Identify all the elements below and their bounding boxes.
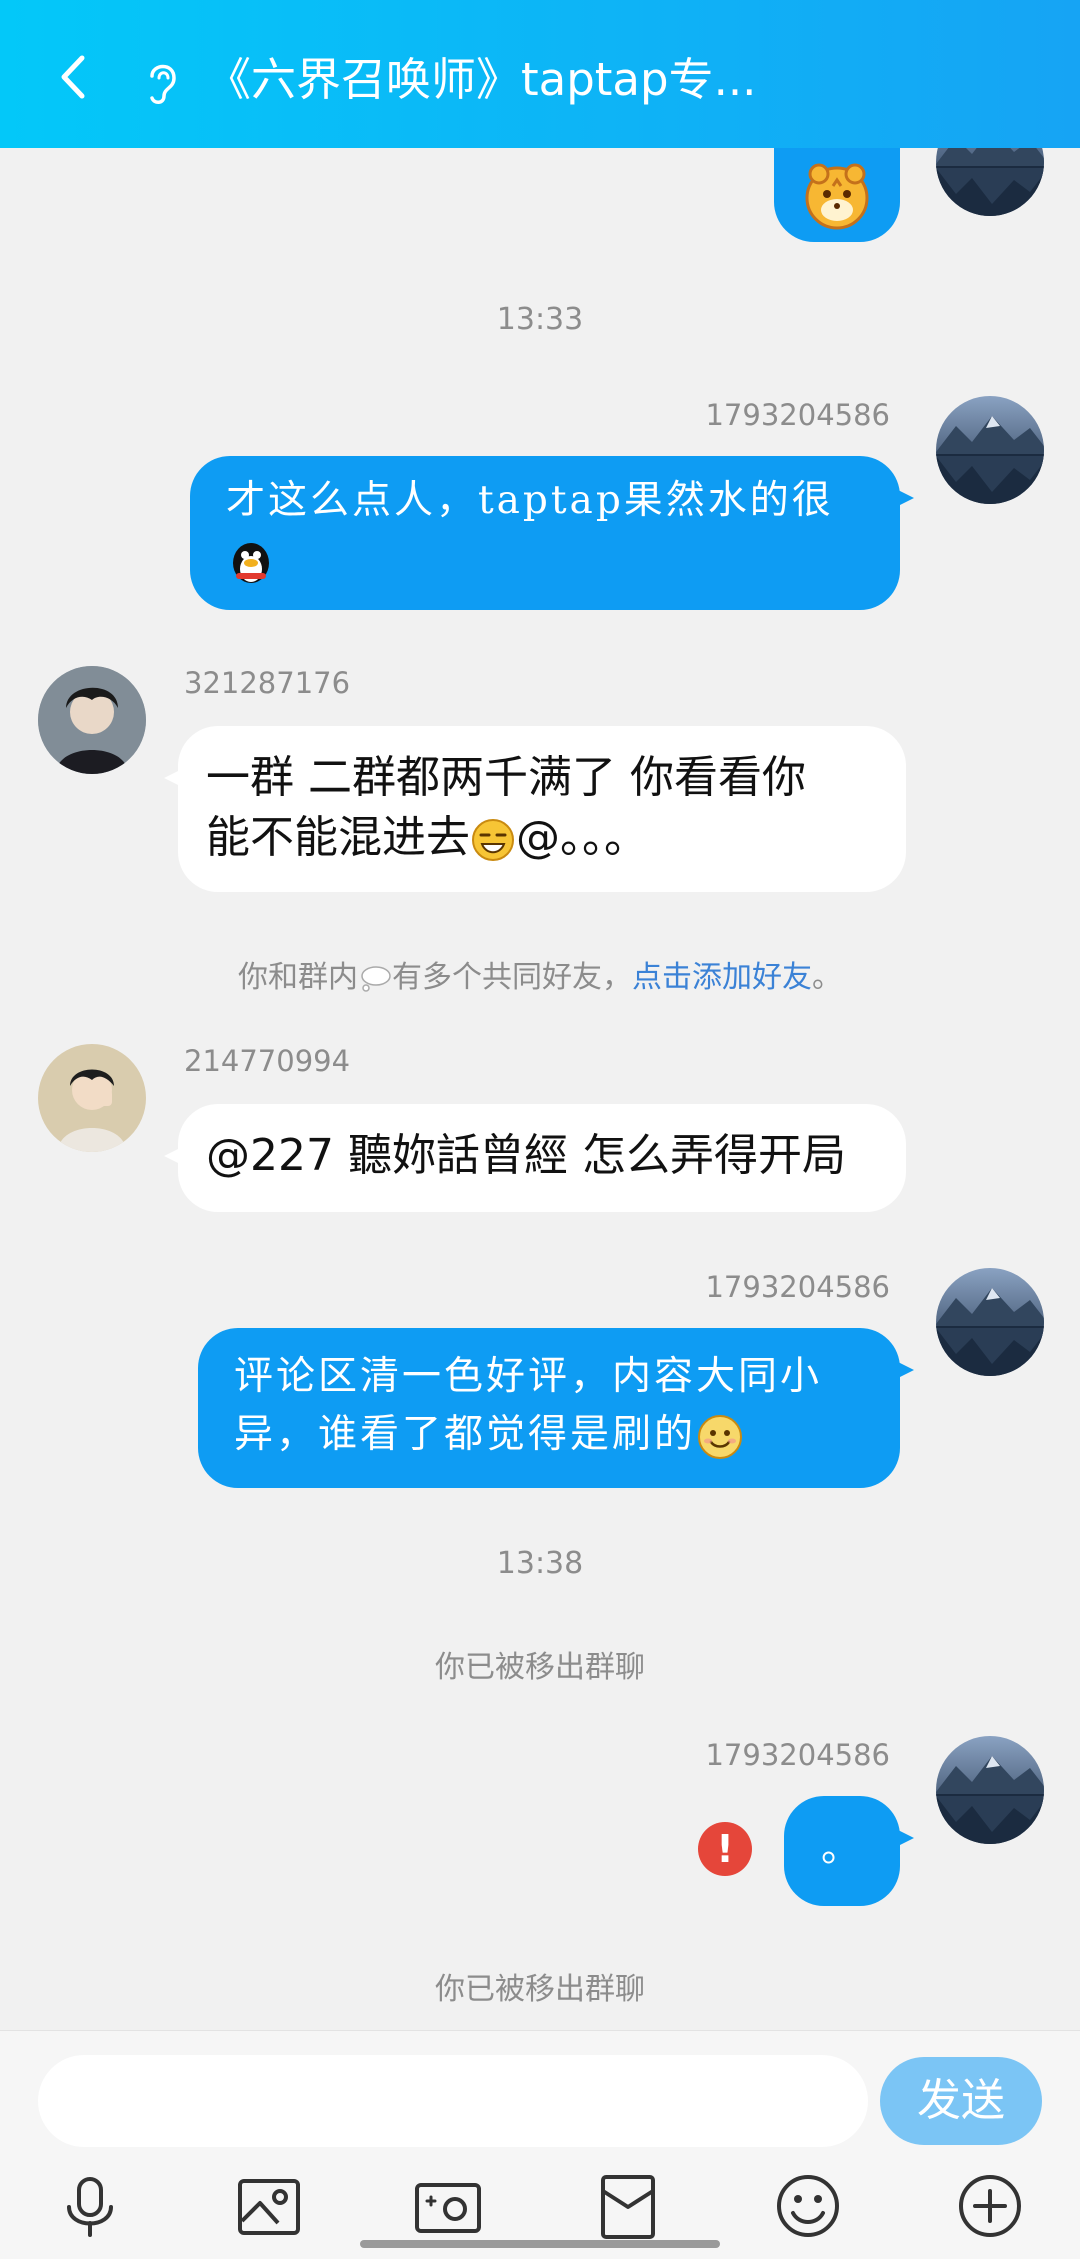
message-bubble-self[interactable]: 才这么点人，taptap果然水的很 — [190, 456, 914, 610]
message-bubble-other[interactable]: @227 聽妳話曾經 怎么弄得开局 — [164, 1104, 906, 1212]
avatar[interactable] — [38, 666, 146, 774]
message-text-line: 能不能混进去 — [206, 812, 470, 863]
chat-header: 《六界召唤师》taptap专... — [0, 0, 1080, 148]
message-bubble-partial[interactable] — [774, 148, 900, 242]
sender-name: 214770994 — [184, 1044, 351, 1078]
home-indicator[interactable] — [360, 2240, 720, 2248]
grin-emoji-icon — [472, 819, 514, 861]
friend-suggestion-notice: 你和群内 有多个共同好友，点击添加好友。 — [0, 952, 1080, 996]
sender-name: 1793204586 — [705, 398, 890, 432]
message-text: 才这么点人，taptap果然水的很 — [226, 478, 834, 523]
message-text-tail: @。。。 — [516, 812, 648, 863]
message-text-line: 评论区清一色好评，内容大同小 — [234, 1354, 823, 1399]
thought-bubble-icon — [361, 965, 391, 992]
red-envelope-icon[interactable] — [593, 2171, 663, 2241]
message-input[interactable] — [38, 2055, 868, 2147]
notice-text: 有多个共同好友， — [392, 960, 632, 995]
message-text-line: 一群 二群都两千满了 你看看你 — [206, 752, 806, 803]
notice-text: 你和群内 — [238, 960, 358, 995]
sender-name: 321287176 — [184, 666, 351, 700]
timestamp: 13:33 — [496, 302, 584, 337]
microphone-icon[interactable] — [55, 2171, 125, 2241]
penguin-emoji-icon — [233, 543, 269, 583]
sender-name: 1793204586 — [705, 1738, 890, 1772]
chat-title[interactable]: 《六界召唤师》taptap专... — [206, 50, 766, 110]
avatar[interactable] — [38, 1044, 146, 1152]
ear-icon[interactable] — [140, 58, 184, 108]
chevron-left-icon[interactable] — [52, 54, 98, 100]
message-text-line: 异，谁看了都觉得是刷的 — [234, 1412, 697, 1457]
system-message: 你已被移出群聊 — [435, 1650, 645, 1685]
input-bar: 发送 — [0, 2030, 1080, 2259]
smiley-icon[interactable] — [773, 2171, 843, 2241]
system-message: 你已被移出群聊 — [435, 1972, 645, 2007]
avatar[interactable] — [936, 148, 1044, 216]
smile-emoji-icon — [698, 1415, 743, 1459]
tiger-emoji-icon — [805, 163, 869, 230]
message-bubble-other[interactable]: 一群 二群都两千满了 你看看你 能不能混进去 @。。。 — [164, 726, 906, 892]
avatar[interactable] — [936, 1268, 1044, 1376]
notice-text: 。 — [812, 960, 842, 995]
camera-icon[interactable] — [413, 2171, 483, 2241]
plus-icon[interactable] — [955, 2171, 1025, 2241]
message-bubble-self[interactable]: 评论区清一色好评，内容大同小 异，谁看了都觉得是刷的 — [198, 1328, 914, 1488]
send-failed-icon[interactable]: ! — [698, 1822, 752, 1876]
message-text: 。 — [820, 1826, 863, 1871]
message-bubble-self[interactable]: 。 — [784, 1796, 914, 1906]
avatar[interactable] — [936, 396, 1044, 504]
send-button[interactable]: 发送 — [880, 2057, 1042, 2145]
avatar[interactable] — [936, 1736, 1044, 1844]
sender-name: 1793204586 — [705, 1270, 890, 1304]
add-friend-link[interactable]: 点击添加好友 — [632, 960, 812, 995]
image-icon[interactable] — [234, 2171, 304, 2241]
timestamp: 13:38 — [496, 1546, 584, 1581]
message-list[interactable]: 13:33 1793204586 才这么点人，taptap果然水的很 32128… — [0, 148, 1080, 2030]
message-text: @227 聽妳話曾經 怎么弄得开局 — [206, 1130, 846, 1181]
